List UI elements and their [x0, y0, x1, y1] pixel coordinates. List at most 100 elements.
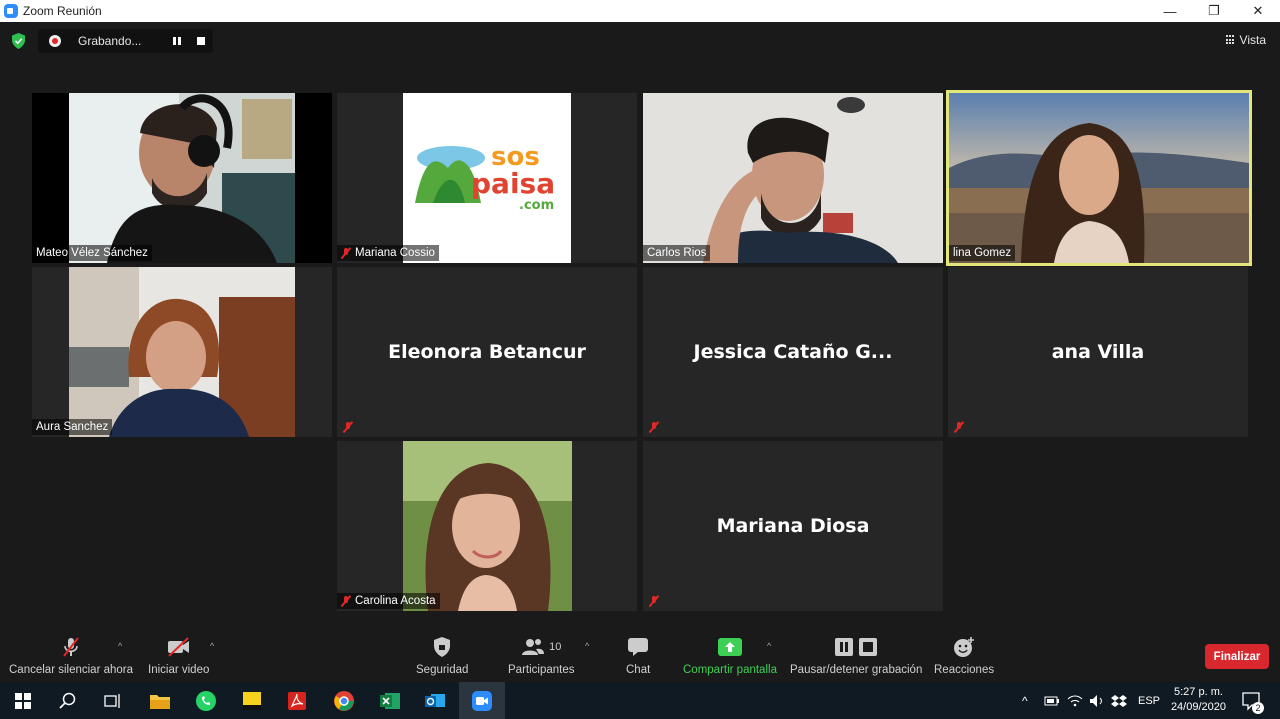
- start-video-button[interactable]: Iniciar video: [148, 635, 209, 676]
- windows-start-icon[interactable]: [10, 688, 36, 714]
- participant-video: [69, 267, 295, 437]
- outlook-icon[interactable]: [422, 688, 448, 714]
- language-indicator[interactable]: ESP: [1138, 695, 1160, 707]
- minimize-button[interactable]: —: [1148, 0, 1192, 22]
- meeting-toolbar: Cancelar silenciar ahora ^ Iniciar video…: [0, 629, 1280, 682]
- chat-icon: [627, 635, 649, 659]
- battery-icon[interactable]: [1044, 695, 1060, 707]
- audio-options-caret-icon[interactable]: ^: [118, 641, 122, 651]
- reactions-smiley-icon: [953, 635, 975, 659]
- participant-name: Carolina Acosta: [355, 595, 436, 607]
- view-button[interactable]: Vista: [1225, 33, 1266, 47]
- share-screen-label: Compartir pantalla: [683, 664, 777, 676]
- pause-recording-icon[interactable]: [172, 36, 182, 46]
- participant-tile[interactable]: Aura Sanchez: [32, 267, 332, 437]
- share-options-caret-icon[interactable]: ^: [767, 641, 771, 651]
- zoom-icon[interactable]: [469, 688, 495, 714]
- close-button[interactable]: ✕: [1236, 0, 1280, 22]
- restore-button[interactable]: ❐: [1192, 0, 1236, 22]
- window-titlebar: Zoom Reunión — ❐ ✕: [0, 0, 1280, 22]
- participant-name-large: Jessica Cataño G...: [693, 341, 893, 363]
- clock-time: 5:27 p. m.: [1174, 686, 1223, 698]
- video-frame-aura: [69, 267, 295, 437]
- end-meeting-button[interactable]: Finalizar: [1205, 644, 1269, 669]
- pause-stop-recording-button[interactable]: Pausar/detener grabación: [790, 635, 922, 676]
- recording-controls-icon: [834, 635, 878, 659]
- sticky-notes-icon[interactable]: [239, 688, 265, 714]
- participant-tile[interactable]: Carolina Acosta: [337, 441, 637, 611]
- zoom-logo-icon: [4, 4, 18, 18]
- video-off-icon: [166, 635, 192, 659]
- logo-text-main: paisa: [471, 167, 555, 200]
- participant-name-tag: Aura Sanchez: [32, 419, 113, 435]
- share-screen-icon: [717, 635, 742, 659]
- participants-label: Participantes: [508, 664, 575, 676]
- participants-count: 10: [549, 641, 562, 653]
- participant-tile[interactable]: Carlos Rios: [643, 93, 943, 263]
- search-icon[interactable]: [55, 688, 81, 714]
- participant-tile[interactable]: Mariana Diosa: [643, 441, 943, 611]
- logo-text-domain: .com: [519, 198, 554, 213]
- participant-tile[interactable]: ana Villa: [948, 267, 1248, 437]
- participant-video: [32, 93, 332, 263]
- tray-expand-icon[interactable]: ^: [1022, 694, 1036, 708]
- task-view-icon[interactable]: [99, 688, 125, 714]
- acrobat-icon[interactable]: [284, 688, 310, 714]
- participant-video: [643, 93, 943, 263]
- chrome-icon[interactable]: [331, 688, 357, 714]
- volume-icon[interactable]: [1089, 694, 1105, 708]
- chat-label: Chat: [626, 664, 651, 676]
- unmute-label: Cancelar silenciar ahora: [9, 664, 134, 676]
- participant-name: lina Gomez: [953, 247, 1012, 259]
- security-label: Seguridad: [416, 664, 469, 676]
- meeting-area: Grabando... Vista Mateo Vélez Sánchez so…: [0, 22, 1280, 682]
- reactions-button[interactable]: Reacciones: [934, 635, 994, 676]
- participant-name: Mateo Vélez Sánchez: [36, 247, 148, 259]
- participant-tile[interactable]: Jessica Cataño G...: [643, 267, 943, 437]
- recording-controls-label: Pausar/detener grabación: [790, 664, 923, 676]
- participants-button[interactable]: 10 Participantes: [508, 635, 574, 676]
- participants-icon: 10: [521, 635, 561, 659]
- security-button[interactable]: Seguridad: [416, 635, 468, 676]
- participant-name-large: Eleonora Betancur: [388, 341, 586, 363]
- participant-name-large: ana Villa: [1051, 341, 1145, 363]
- participant-tile[interactable]: sos paisa .com Mariana Cossio: [337, 93, 637, 263]
- chat-button[interactable]: Chat: [626, 635, 650, 676]
- system-tray: ^ ESP: [1022, 682, 1160, 719]
- mic-off-icon: [341, 595, 351, 607]
- mic-off-icon: [649, 421, 659, 433]
- video-frame-mateo: [69, 93, 295, 263]
- window-controls: — ❐ ✕: [1148, 0, 1280, 22]
- window-title: Zoom Reunión: [23, 4, 102, 18]
- mic-off-icon: [649, 595, 659, 607]
- participant-name-tag: Mariana Cossio: [337, 245, 439, 261]
- participant-video: sos paisa .com: [403, 93, 571, 263]
- stop-recording-icon[interactable]: [197, 37, 205, 45]
- participant-name: Carlos Rios: [647, 247, 707, 259]
- participants-caret-icon[interactable]: ^: [585, 641, 589, 651]
- taskbar-clock[interactable]: 5:27 p. m. 24/09/2020: [1171, 685, 1226, 715]
- mic-off-icon: [341, 247, 351, 259]
- share-screen-button[interactable]: Compartir pantalla: [683, 635, 777, 676]
- windows-taskbar: ^ ESP 5:27 p. m. 24/09/2020 2: [0, 682, 1280, 719]
- participant-tile[interactable]: Eleonora Betancur: [337, 267, 637, 437]
- excel-icon[interactable]: [377, 688, 403, 714]
- video-options-caret-icon[interactable]: ^: [210, 641, 214, 651]
- participant-video: [403, 441, 572, 611]
- participant-tile-active-speaker[interactable]: lina Gomez: [946, 90, 1252, 266]
- wifi-icon[interactable]: [1067, 694, 1083, 708]
- dropbox-icon[interactable]: [1111, 694, 1127, 708]
- participant-name-tag: Carlos Rios: [643, 245, 711, 261]
- security-shield-icon: [432, 635, 452, 659]
- unmute-button[interactable]: Cancelar silenciar ahora: [9, 635, 133, 676]
- shield-icon[interactable]: [11, 33, 26, 49]
- recording-label: Grabando...: [78, 34, 142, 48]
- view-label: Vista: [1239, 33, 1266, 47]
- gallery-grid-icon: [1225, 35, 1236, 45]
- file-explorer-icon[interactable]: [147, 688, 173, 714]
- notifications-badge: 2: [1252, 702, 1264, 714]
- reactions-label: Reacciones: [934, 664, 995, 676]
- notifications-icon[interactable]: 2: [1238, 688, 1264, 714]
- whatsapp-icon[interactable]: [193, 688, 219, 714]
- participant-tile[interactable]: Mateo Vélez Sánchez: [32, 93, 332, 263]
